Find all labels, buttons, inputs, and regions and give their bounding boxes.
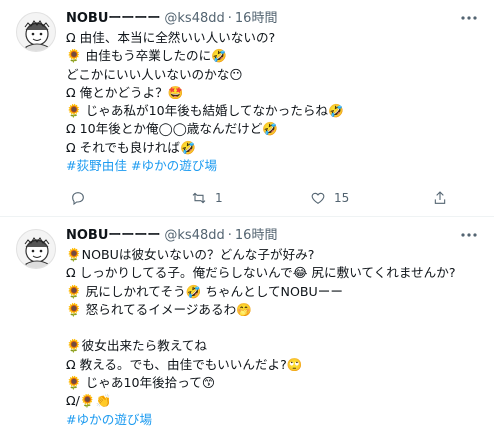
hashtag-line: #荻野由佳 #ゆかの遊び場 (66, 157, 486, 175)
avatar[interactable] (16, 12, 56, 52)
user-handle[interactable]: @ks48dd (164, 228, 224, 243)
tweet-line: 🌻 由佳もう卒業したのに🤣 (66, 48, 227, 64)
tweet-text: Ω 由佳、本当に全然いい人いないの? 🌻 由佳もう卒業したのに🤣 どこかにいい人… (66, 29, 486, 175)
separator-dot: · (227, 228, 232, 243)
more-icon[interactable] (458, 9, 480, 27)
tweet-actions: 1 15 (66, 188, 476, 208)
display-name[interactable]: NOBUーーーー (66, 228, 160, 243)
user-handle[interactable]: @ks48dd (164, 11, 224, 26)
tweet[interactable]: NOBUーーーー @ks48dd · 16時間 🌻NOBUは彼女いないの？どんな子が好… (0, 217, 494, 440)
reply-icon (72, 192, 84, 206)
like-icon (311, 192, 325, 204)
tweet-line: 🌻 尻にしかれてそう🤣 ちゃんとしてNOBUーー (66, 283, 343, 299)
tweet-line: Ω 教える。でも、由佳でもいいんだよ?🙄 (66, 356, 303, 372)
retweet-count: 1 (215, 191, 223, 205)
hashtag-line: #ゆかの遊び場 (66, 411, 486, 429)
reply-button[interactable] (70, 188, 94, 208)
timestamp[interactable]: 16時間 (235, 228, 278, 243)
tweet-text: 🌻NOBUは彼女いないの？どんな子が好み? Ω しっかりしてる子。俺だらしないん… (66, 246, 486, 429)
tweet-line: Ω しっかりしてる子。俺だらしないんで😂 尻に敷いてくれませんか? (66, 265, 456, 281)
tweet[interactable]: NOBUーーーー @ks48dd · 16時間 Ω 由佳、本当に全然いい人いないの? … (0, 0, 494, 216)
tweet-line: Ω 由佳、本当に全然いい人いないの? (66, 30, 276, 45)
tweet-line: 🌻NOBUは彼女いないの？どんな子が好み? (66, 247, 315, 262)
share-icon (434, 191, 446, 204)
display-name[interactable]: NOBUーーーー (66, 11, 160, 26)
tweet-line: どこかにいい人いないのかな😶 (66, 66, 243, 82)
retweet-icon (192, 192, 206, 204)
more-icon[interactable] (458, 226, 480, 244)
tweet-line: Ω/🌻👏 (66, 393, 112, 409)
hashtag-link[interactable]: #荻野由佳 (66, 158, 127, 173)
tweet-header: NOBUーーーー @ks48dd · 16時間 (66, 227, 277, 245)
tweet-line: Ω 10年後とか俺◯◯歳なんだけど🤣 (66, 121, 279, 137)
separator-dot: · (227, 11, 232, 26)
timestamp[interactable]: 16時間 (235, 11, 278, 26)
tweet-line: Ω 俺とかどうよ？🤩 (66, 84, 184, 100)
tweet-line: 🌻 じゃあ10年後拾って😙 (66, 375, 215, 391)
tweet-line: 🌻 怒られてるイメージあるわ🤭 (66, 301, 252, 317)
tweet-header: NOBUーーーー @ks48dd · 16時間 (66, 10, 277, 28)
share-button[interactable] (432, 188, 448, 208)
hashtag-link[interactable]: #ゆかの遊び場 (131, 158, 217, 173)
tweet-line: 🌻 じゃあ私が10年後も結婚してなかったらね🤣 (66, 103, 344, 119)
like-button[interactable]: 15 (310, 188, 349, 208)
hashtag-link[interactable]: #ゆかの遊び場 (66, 412, 152, 427)
avatar[interactable] (16, 229, 56, 269)
tweet-line: 🌻彼女出来たら教えてね (66, 338, 207, 354)
retweet-button[interactable]: 1 (191, 188, 223, 208)
like-count: 15 (334, 191, 350, 205)
tweet-line: Ω それでも良ければ🤣 (66, 139, 196, 155)
